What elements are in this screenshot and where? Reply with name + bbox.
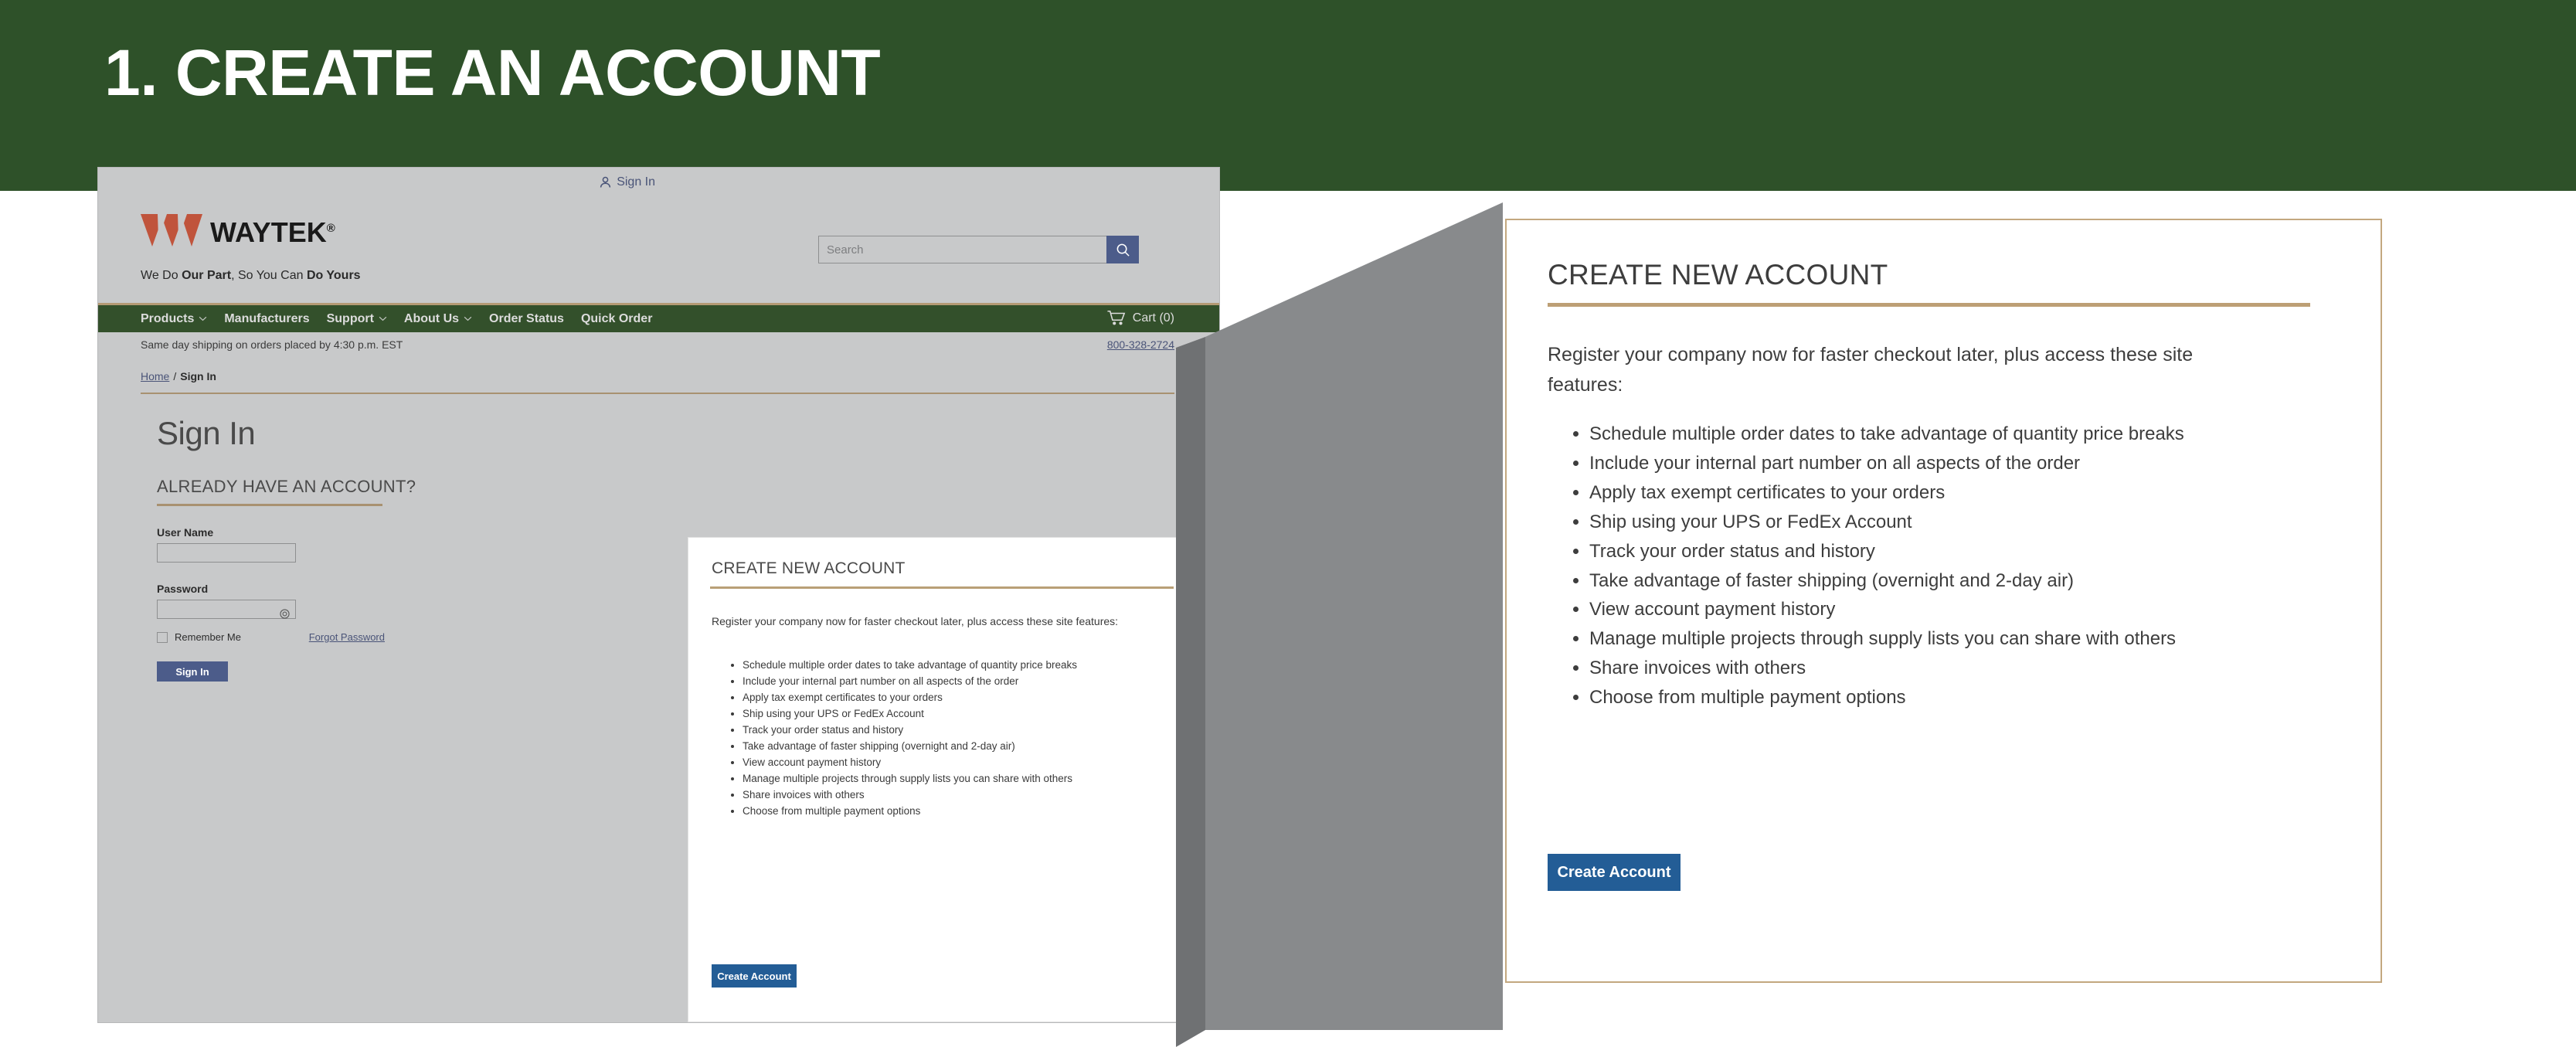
list-item: Schedule multiple order dates to take ad…: [743, 658, 1183, 673]
chevron-down-icon: [199, 316, 207, 321]
registered-mark: ®: [326, 222, 335, 235]
zoom-panel-feature-list: Schedule multiple order dates to take ad…: [1565, 420, 2370, 712]
list-item: Schedule multiple order dates to take ad…: [1589, 420, 2370, 449]
create-account-card: CREATE NEW ACCOUNT Register your company…: [688, 537, 1198, 1022]
shipping-notice-bar: Same day shipping on orders placed by 4:…: [98, 332, 1219, 360]
tagline-bold-2: Do Yours: [306, 269, 361, 282]
search-input[interactable]: [818, 236, 1106, 263]
create-account-card-accent-rule: [710, 586, 1174, 589]
nav-item-manufacturers[interactable]: Manufacturers: [224, 312, 309, 326]
zoom-panel-intro: Register your company now for faster che…: [1548, 344, 2194, 396]
list-item: View account payment history: [743, 755, 1183, 770]
site-logo[interactable]: WAYTEK®: [141, 214, 335, 247]
list-item: View account payment history: [1589, 595, 2370, 624]
sign-in-section-heading: ALREADY HAVE AN ACCOUNT?: [157, 477, 416, 496]
list-item: Choose from multiple payment options: [743, 804, 1183, 819]
phone-link[interactable]: 800-328-2724: [1107, 338, 1174, 351]
tagline-seg-2: , So You Can: [231, 269, 307, 282]
password-field-wrap: [157, 600, 296, 619]
utility-bar: Sign In: [98, 168, 1219, 202]
slide-title: 1. CREATE AN ACCOUNT: [104, 36, 881, 109]
waytek-triangles-logo: [141, 214, 202, 246]
page-title: Sign In: [157, 415, 256, 451]
list-item: Share invoices with others: [743, 787, 1183, 803]
nav-item-about-us[interactable]: About Us: [404, 312, 472, 326]
sign-in-submit-button[interactable]: Sign In: [157, 661, 228, 682]
logo-wordmark: WAYTEK®: [210, 214, 335, 247]
user-icon: [600, 176, 611, 188]
search-button[interactable]: [1106, 236, 1139, 263]
list-item: Ship using your UPS or FedEx Account: [1589, 508, 2370, 537]
nav-label: Quick Order: [580, 311, 653, 325]
list-item: Ship using your UPS or FedEx Account: [743, 706, 1183, 722]
nav-item-quick-order[interactable]: Quick Order: [581, 312, 652, 326]
list-item: Include your internal part number on all…: [1589, 449, 2370, 478]
create-account-card-feature-list: Schedule multiple order dates to take ad…: [726, 658, 1183, 820]
create-account-card-intro: Register your company now for faster che…: [712, 615, 1119, 627]
zoom-panel-create-account-button[interactable]: Create Account: [1548, 854, 1681, 891]
list-item: Include your internal part number on all…: [743, 674, 1183, 689]
search-bar: [818, 236, 1139, 263]
shipping-message: Same day shipping on orders placed by 4:…: [141, 338, 403, 351]
chevron-down-icon: [379, 316, 387, 321]
remember-row: Remember Me Forgot Password: [157, 631, 385, 643]
zoom-panel-heading: CREATE NEW ACCOUNT: [1548, 259, 1888, 291]
header-sign-in-label: Sign In: [617, 175, 655, 189]
zoomed-create-account-panel: CREATE NEW ACCOUNT Register your company…: [1505, 219, 2382, 983]
zoom-panel-accent-rule: [1548, 303, 2310, 307]
tagline-bold-1: Our Part: [182, 269, 232, 282]
browser-screenshot: Sign In WAYTEK® We Do Our Part, So You C…: [98, 168, 1219, 1022]
shopping-cart-icon: [1107, 310, 1126, 325]
password-label: Password: [157, 583, 209, 595]
forgot-password-link[interactable]: Forgot Password: [309, 631, 385, 643]
list-item: Apply tax exempt certificates to your or…: [743, 690, 1183, 705]
username-label: User Name: [157, 526, 214, 539]
list-item: Manage multiple projects through supply …: [1589, 624, 2370, 654]
create-account-card-button[interactable]: Create Account: [712, 964, 797, 988]
create-account-card-heading: CREATE NEW ACCOUNT: [712, 559, 906, 577]
nav-item-support[interactable]: Support: [327, 312, 387, 326]
nav-label: About Us: [403, 311, 460, 325]
remember-me-label: Remember Me: [175, 631, 241, 643]
breadcrumb-current: Sign In: [180, 370, 216, 382]
header-sign-in-link[interactable]: Sign In: [600, 175, 655, 189]
nav-label: Support: [326, 311, 374, 325]
breadcrumb-separator: /: [173, 370, 177, 382]
list-item: Share invoices with others: [1589, 654, 2370, 683]
search-icon: [1116, 243, 1130, 257]
sign-in-form: ALREADY HAVE AN ACCOUNT? User Name Passw…: [157, 477, 590, 682]
section-accent-rule: [157, 504, 382, 506]
username-input[interactable]: [157, 543, 296, 563]
list-item: Manage multiple projects through supply …: [743, 771, 1183, 787]
breadcrumb: Home / Sign In: [141, 370, 216, 382]
nav-label: Order Status: [489, 311, 564, 325]
logo-word: WAYTEK: [210, 216, 327, 248]
nav-item-products[interactable]: Products: [141, 312, 207, 326]
tagline-seg-1: We Do: [141, 269, 182, 282]
list-item: Take advantage of faster shipping (overn…: [1589, 566, 2370, 596]
remember-me-checkbox[interactable]: [157, 631, 168, 643]
breadcrumb-home[interactable]: Home: [141, 370, 169, 382]
list-item: Take advantage of faster shipping (overn…: [743, 739, 1183, 754]
cart-label: Cart (0): [1132, 311, 1174, 325]
password-input[interactable]: [157, 600, 296, 619]
nav-item-order-status[interactable]: Order Status: [489, 312, 564, 326]
list-item: Apply tax exempt certificates to your or…: [1589, 478, 2370, 508]
cart-button[interactable]: Cart (0): [1107, 310, 1174, 326]
list-item: Choose from multiple payment options: [1589, 683, 2370, 712]
chevron-down-icon: [464, 316, 472, 321]
main-nav: Products Manufacturers Support About Us …: [98, 303, 1219, 332]
slide-banner: 1. CREATE AN ACCOUNT: [0, 0, 2576, 191]
nav-items: Products Manufacturers Support About Us …: [141, 312, 652, 326]
list-item: Track your order status and history: [743, 722, 1183, 738]
list-item: Track your order status and history: [1589, 537, 2370, 566]
nav-label: Manufacturers: [224, 311, 310, 325]
nav-label: Products: [141, 311, 195, 325]
brand-tagline: We Do Our Part, So You Can Do Yours: [141, 269, 361, 283]
eye-icon[interactable]: [280, 609, 290, 619]
site-header: WAYTEK® We Do Our Part, So You Can Do Yo…: [98, 202, 1219, 303]
content-divider: [141, 393, 1174, 394]
